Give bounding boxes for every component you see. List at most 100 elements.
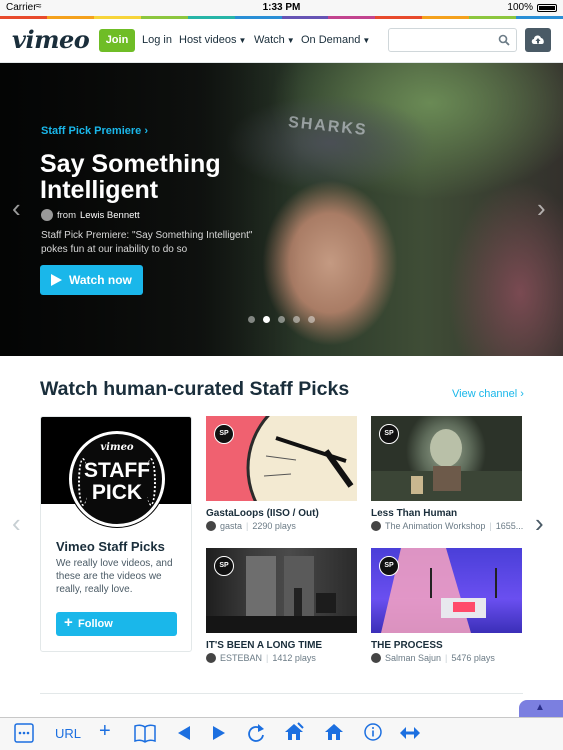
- video-title[interactable]: GastaLoops (IISO / Out): [206, 508, 319, 519]
- plus-icon: +: [64, 614, 73, 631]
- hero-title[interactable]: Say Something Intelligent: [40, 151, 270, 203]
- video-plays: 1412 plays: [272, 653, 316, 663]
- nav-watch-label: Watch: [254, 34, 285, 46]
- video-meta: gasta | 2290 plays: [206, 521, 296, 531]
- join-button[interactable]: Join: [99, 29, 135, 52]
- carousel-dots: [248, 316, 323, 323]
- site-header: vimeo Join Log in Host videos ▼ Watch ▼ On…: [0, 19, 563, 63]
- video-meta: Salman Sajun | 5476 plays: [371, 653, 495, 663]
- nav-watch[interactable]: Watch ▼: [254, 34, 295, 46]
- video-user[interactable]: The Animation Workshop: [385, 521, 485, 531]
- user-avatar: [371, 521, 381, 531]
- hero-prev-arrow-icon[interactable]: ‹: [12, 193, 21, 224]
- section-divider: [40, 693, 523, 694]
- hero-next-arrow-icon[interactable]: ›: [537, 193, 546, 224]
- staff-pick-mark: SP: [379, 556, 399, 576]
- hero-eyebrow-link[interactable]: Staff Pick Premiere ›: [41, 125, 148, 137]
- chevron-right-icon: ›: [520, 388, 524, 400]
- follow-label: Follow: [78, 618, 113, 630]
- view-channel-link[interactable]: View channel ›: [452, 388, 524, 400]
- hero-byline: from Lewis Bennett: [41, 209, 140, 221]
- info-icon[interactable]: [364, 723, 382, 744]
- video-meta: ESTEBAN | 1412 plays: [206, 653, 316, 663]
- status-bar: Carrier ≈ 1:33 PM 100%: [0, 0, 563, 16]
- hero-eyebrow-label: Staff Pick Premiere: [41, 125, 142, 137]
- hero-description: Staff Pick Premiere: "Say Something Inte…: [41, 230, 253, 255]
- author-avatar: [41, 209, 53, 221]
- add-icon[interactable]: +: [99, 720, 111, 743]
- nav-on-demand[interactable]: On Demand ▼: [301, 34, 370, 46]
- carousel-dot[interactable]: [293, 316, 300, 323]
- bookmarks-icon[interactable]: [134, 723, 156, 746]
- forward-icon[interactable]: [212, 725, 226, 744]
- search-icon[interactable]: [498, 34, 510, 46]
- view-channel-label: View channel: [452, 388, 518, 400]
- carousel-dot[interactable]: [308, 316, 315, 323]
- vimeo-logo[interactable]: vimeo: [12, 25, 90, 54]
- staff-picks-channel-card[interactable]: vimeo STAFF PICK Vimeo Staff Picks We rea…: [40, 416, 192, 652]
- video-user[interactable]: Salman Sajun: [385, 653, 441, 663]
- carousel-dot[interactable]: [278, 316, 285, 323]
- home-edit-icon[interactable]: [284, 722, 304, 745]
- video-thumbnail[interactable]: SP: [206, 416, 357, 501]
- more-icon[interactable]: [14, 723, 34, 746]
- clock: 1:33 PM: [262, 2, 301, 13]
- staff-pick-mark: SP: [214, 556, 234, 576]
- staff-pick-mark: SP: [214, 424, 234, 444]
- video-title[interactable]: THE PROCESS: [371, 640, 443, 651]
- video-meta: The Animation Workshop | 1655...: [371, 521, 523, 531]
- hero-from-label: from: [57, 209, 76, 221]
- watch-now-button[interactable]: Watch now: [40, 265, 143, 295]
- back-icon[interactable]: [177, 725, 191, 744]
- meta-divider: |: [489, 521, 492, 531]
- carousel-dot-active[interactable]: [263, 316, 270, 323]
- video-thumbnail[interactable]: SP: [371, 416, 522, 501]
- battery-icon: [537, 4, 557, 12]
- nav-host-videos[interactable]: Host videos ▼: [179, 34, 246, 46]
- chevron-down-icon: ▼: [286, 36, 295, 45]
- hero-banner[interactable]: SHARKS Staff Pick Premiere › Say Somethi…: [0, 63, 563, 356]
- badge-line-1: STAFF: [83, 459, 151, 482]
- reload-icon[interactable]: [247, 723, 265, 746]
- channel-description: We really love videos, and these are the…: [56, 558, 173, 595]
- video-title[interactable]: Less Than Human: [371, 508, 457, 519]
- expand-horizontal-icon[interactable]: [400, 726, 420, 742]
- hero-author-link[interactable]: Lewis Bennett: [80, 210, 140, 221]
- chevron-down-icon: ▼: [238, 36, 247, 45]
- search-box: [388, 28, 517, 52]
- video-plays: 1655...: [495, 521, 524, 531]
- video-user[interactable]: ESTEBAN: [220, 653, 262, 663]
- tab-drawer-handle[interactable]: ▲: [519, 700, 563, 717]
- login-link[interactable]: Log in: [142, 34, 172, 46]
- channel-name[interactable]: Vimeo Staff Picks: [56, 539, 165, 554]
- nav-on-demand-label: On Demand: [301, 34, 361, 46]
- carousel-dot[interactable]: [248, 316, 255, 323]
- video-user[interactable]: gasta: [220, 521, 242, 531]
- cloud-upload-icon: [531, 35, 544, 44]
- nav-host-videos-label: Host videos: [179, 34, 237, 46]
- chevron-down-icon: ▼: [362, 36, 371, 45]
- video-title[interactable]: IT'S BEEN A LONG TIME: [206, 640, 322, 651]
- search-input[interactable]: [395, 29, 495, 51]
- chevron-right-icon: ›: [144, 125, 149, 137]
- user-avatar: [371, 653, 381, 663]
- video-plays: 5476 plays: [451, 653, 495, 663]
- browser-toolbar: URL +: [0, 717, 563, 750]
- staff-pick-badge-icon: vimeo STAFF PICK: [69, 431, 165, 527]
- staff-pick-mark: SP: [379, 424, 399, 444]
- video-thumbnail[interactable]: SP: [206, 548, 357, 633]
- upload-button[interactable]: [525, 28, 551, 52]
- watch-now-label: Watch now: [69, 273, 132, 287]
- user-avatar: [206, 521, 216, 531]
- follow-button[interactable]: + Follow: [56, 612, 177, 636]
- video-thumbnail[interactable]: SP: [371, 548, 522, 633]
- badge-line-2: PICK: [91, 481, 143, 504]
- section-prev-arrow-icon[interactable]: ‹: [12, 508, 21, 539]
- url-button[interactable]: URL: [55, 726, 81, 741]
- section-title: Watch human-curated Staff Picks: [40, 378, 350, 400]
- section-next-arrow-icon[interactable]: ›: [535, 508, 544, 539]
- video-plays: 2290 plays: [252, 521, 296, 531]
- home-icon[interactable]: [324, 722, 344, 745]
- up-down-arrow-icon: ▲: [535, 702, 545, 713]
- battery-label: 100%: [507, 2, 533, 13]
